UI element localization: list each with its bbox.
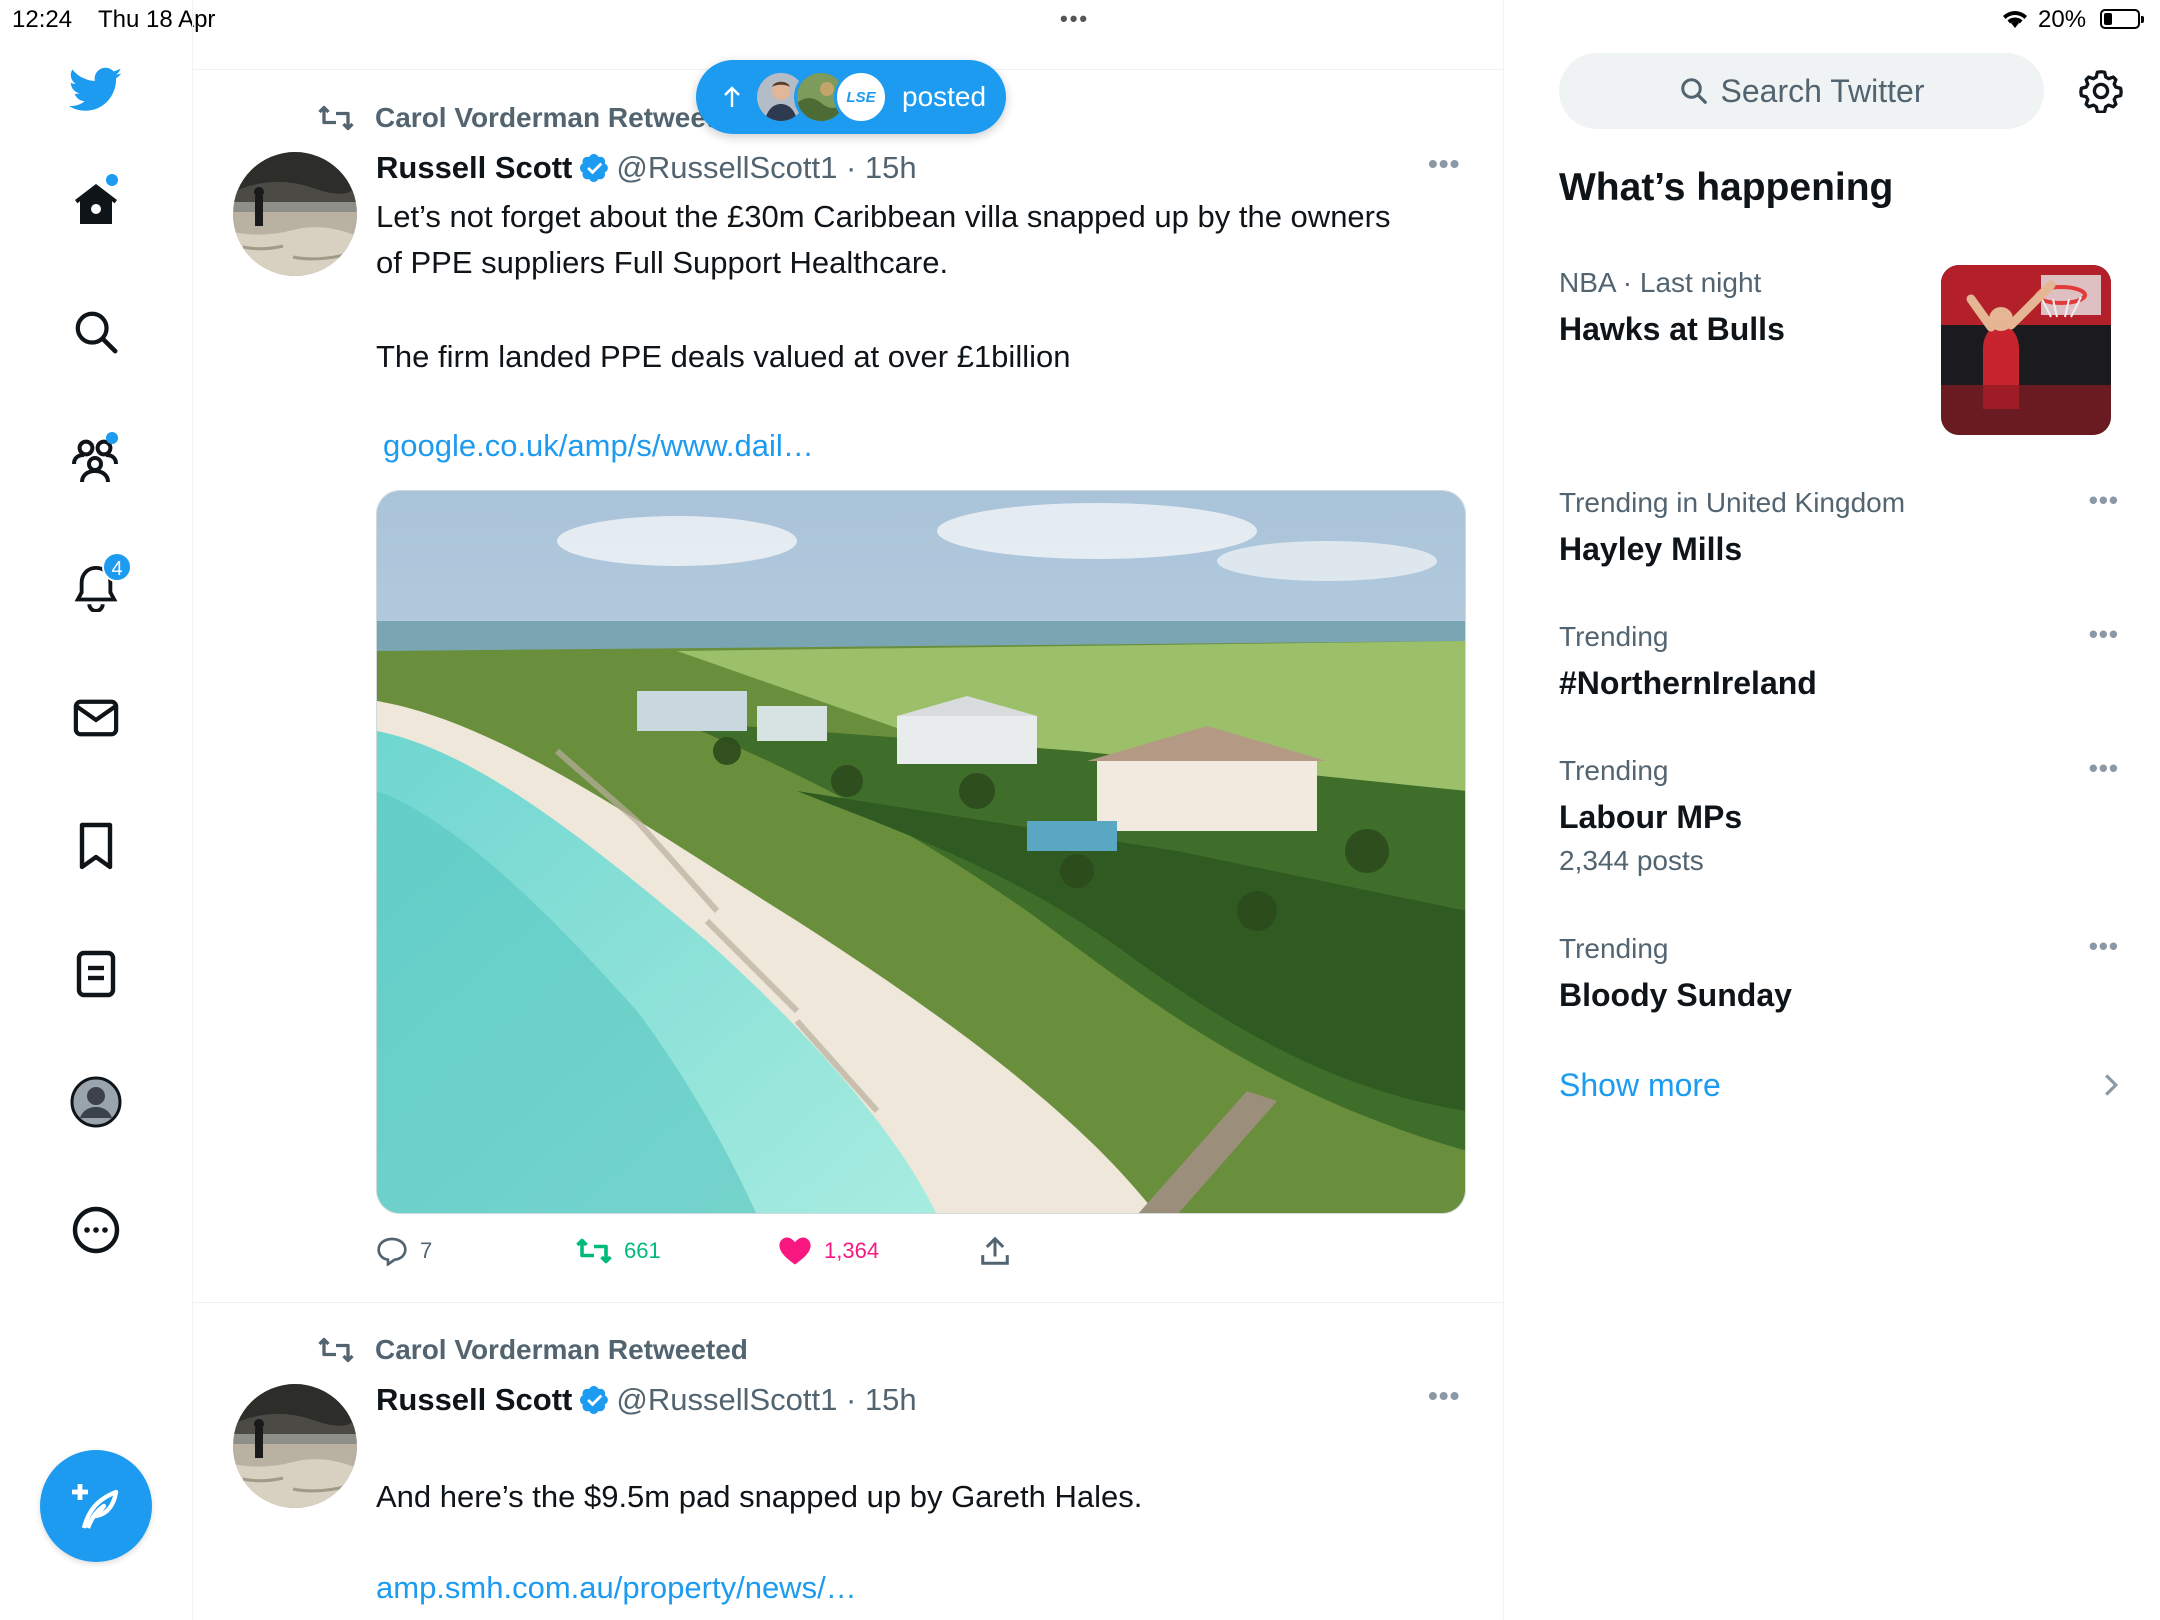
tweet-text: The firm landed PPE deals valued at over… [376,339,1071,374]
search-input[interactable]: Search Twitter [1559,53,2044,129]
section-title: What’s happening [1559,166,1894,209]
avatar[interactable] [233,152,357,276]
nav-explore[interactable] [64,300,128,364]
notifications-badge: 4 [102,552,132,582]
show-more-label: Show more [1559,1066,1721,1103]
search-icon [1679,76,1721,106]
tweet-header: Russell Scott @RussellScott1 · 15h [376,1380,917,1420]
new-post-avatar: LSE [834,70,888,124]
nav-messages[interactable] [64,686,128,750]
trend-more-button[interactable]: ••• [2089,753,2119,784]
nav-notifications[interactable]: 4 [64,552,132,620]
avatar-text: LSE [846,88,876,106]
nav-home[interactable] [64,172,128,236]
like-count: 1,364 [824,1238,880,1263]
tweet-link[interactable]: amp.smh.com.au/property/news/… [376,1570,857,1606]
retweet-button[interactable]: 661 [576,1236,661,1266]
gear-icon [2079,69,2123,113]
author-name[interactable]: Russell Scott [376,150,572,186]
heart-icon [778,1236,812,1266]
home-notification-dot [106,174,118,186]
tweet-actions: 7 661 1,364 [376,1236,1076,1276]
trend-more-button[interactable]: ••• [2089,619,2119,650]
bookmark-icon [77,822,115,870]
trend-topic: Bloody Sunday [1559,977,1792,1013]
more-circle-icon [72,1206,120,1254]
share-button[interactable] [980,1236,1010,1266]
trend-post-count: 2,344 posts [1559,845,1704,876]
trend-more-button[interactable]: ••• [2089,485,2119,516]
left-nav: 4 [0,0,193,1620]
search-icon [73,309,119,355]
tweet-header: Russell Scott @RussellScott1 · 15h [376,148,917,188]
communities-notification-dot [106,432,118,444]
retweeted-by[interactable]: Carol Vorderman Retweeted [375,102,748,134]
reply-button[interactable]: 7 [376,1236,432,1266]
trend-item[interactable]: Trending in United Kingdom Hayley Mills … [1559,485,2119,571]
search-placeholder: Search Twitter [1720,72,1925,109]
new-posts-pill[interactable]: LSE posted [696,60,1006,134]
new-posts-label: posted [902,81,987,112]
twitter-logo-icon[interactable] [64,58,128,122]
trend-item[interactable]: Trending Labour MPs 2,344 posts ••• [1559,753,2119,877]
tweet-more-button[interactable]: ••• [1428,148,1460,180]
mail-icon [73,698,119,738]
trend-context: Trending [1559,933,1669,964]
retweeted-by[interactable]: Carol Vorderman Retweeted [375,1334,748,1366]
retweet-icon [576,1236,612,1266]
right-sidebar: Search Twitter What’s happening NBA · La… [1504,0,2160,1620]
trend-item[interactable]: Trending #NorthernIreland ••• [1559,619,2119,705]
verified-badge-icon [580,153,610,183]
author-handle-time[interactable]: @RussellScott1 · 15h [616,150,916,186]
trend-context: Trending in United Kingdom [1559,487,1906,518]
compose-button[interactable] [40,1450,152,1562]
tweet-image[interactable] [376,490,1466,1214]
nav-more[interactable] [64,1198,128,1262]
verified-badge-icon [580,1385,610,1415]
lists-icon [76,950,116,998]
retweet-count: 661 [624,1238,661,1263]
author-handle-time[interactable]: @RussellScott1 · 15h [616,1382,916,1418]
share-icon [980,1236,1010,1266]
nav-lists[interactable] [64,942,128,1006]
tweet-link[interactable]: google.co.uk/amp/s/www.dail… [383,428,814,464]
trend-topic: Labour MPs [1559,799,1743,835]
avatar[interactable] [233,1384,357,1508]
retweet-icon [317,103,375,133]
trend-context: Trending [1559,621,1669,652]
tweet-text: And here’s the $9.5m pad snapped up by G… [376,1479,1143,1514]
reply-count: 7 [420,1238,433,1263]
compose-icon [70,1480,122,1532]
chevron-right-icon [2103,1072,2119,1098]
home-icon [72,180,120,228]
show-more-link[interactable]: Show more [1559,1060,2119,1110]
trend-more-button[interactable]: ••• [2089,931,2119,962]
retweet-context: Carol Vorderman Retweeted [317,1332,748,1368]
tweet-text: Let’s not forget about the £30m Caribbea… [376,199,1391,280]
reply-icon [376,1236,408,1266]
retweet-context: Carol Vorderman Retweeted [317,100,748,136]
retweet-icon [317,1335,375,1365]
trend-context: Trending [1559,755,1669,786]
trend-image[interactable] [1941,265,2111,435]
nav-profile[interactable] [64,1070,128,1134]
settings-button[interactable] [2074,64,2128,118]
timeline: LSE posted Carol Vorderman Retweeted Rus… [193,0,1504,1620]
arrow-up-icon [722,85,742,109]
profile-icon [70,1076,122,1128]
like-button[interactable]: 1,364 [778,1236,879,1266]
trend-item[interactable]: Trending Bloody Sunday ••• [1559,931,2119,1017]
trend-topic: Hayley Mills [1559,531,1743,567]
author-name[interactable]: Russell Scott [376,1382,572,1418]
tweet-more-button[interactable]: ••• [1428,1380,1460,1412]
nav-bookmarks[interactable] [64,814,128,878]
nav-communities[interactable] [64,428,128,492]
trend-topic: #NorthernIreland [1559,665,1817,701]
